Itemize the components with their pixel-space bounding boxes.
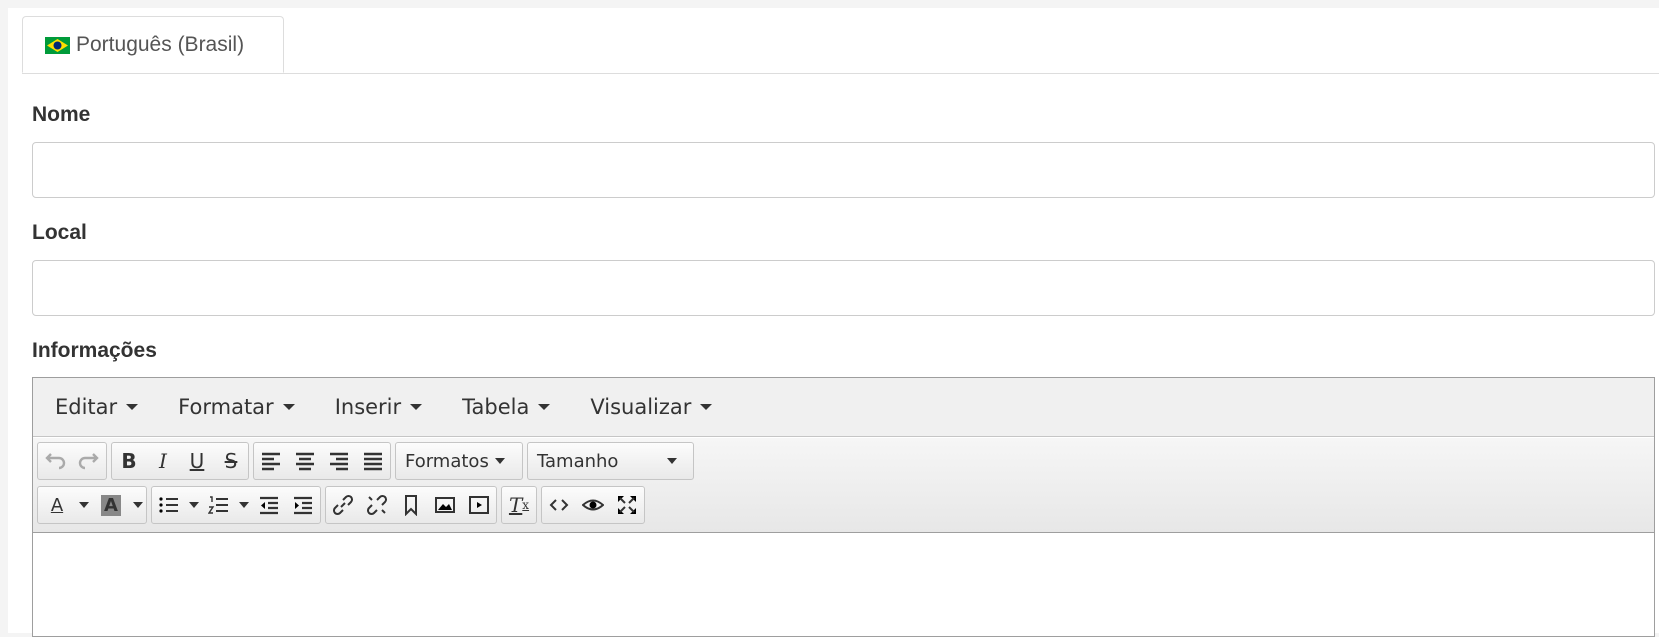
menu-visualizar[interactable]: Visualizar bbox=[590, 395, 713, 419]
numbered-list-icon[interactable] bbox=[202, 487, 236, 523]
background-color-icon[interactable]: A bbox=[92, 487, 130, 523]
alignment-group bbox=[253, 442, 391, 480]
background-color-caret[interactable] bbox=[130, 487, 146, 523]
nome-label: Nome bbox=[32, 103, 91, 126]
local-label: Local bbox=[32, 221, 87, 244]
history-group bbox=[37, 442, 107, 480]
unlink-icon[interactable] bbox=[360, 487, 394, 523]
link-icon[interactable] bbox=[326, 487, 360, 523]
rich-text-editor: Editar Formatar Inserir Tabela Visualiza… bbox=[32, 377, 1655, 637]
formats-dropdown[interactable]: Formatos bbox=[395, 442, 523, 480]
list-group bbox=[151, 486, 321, 524]
chevron-down-icon bbox=[700, 404, 713, 410]
bold-icon[interactable]: B bbox=[112, 443, 146, 479]
view-group bbox=[541, 486, 645, 524]
informacoes-label: Informações bbox=[32, 339, 157, 362]
image-icon[interactable] bbox=[428, 487, 462, 523]
fullscreen-icon[interactable] bbox=[610, 487, 644, 523]
language-tabs: Português (Brasil) bbox=[22, 16, 1659, 74]
flag-brazil-icon bbox=[45, 36, 70, 54]
redo-icon[interactable] bbox=[72, 443, 106, 479]
indent-icon[interactable] bbox=[286, 487, 320, 523]
underline-icon[interactable]: U bbox=[180, 443, 214, 479]
color-group: A A bbox=[37, 486, 147, 524]
numbered-list-caret[interactable] bbox=[236, 487, 252, 523]
editor-menubar: Editar Formatar Inserir Tabela Visualiza… bbox=[33, 378, 1654, 437]
editor-toolbar: B I U S Formatos Tamanho A A T x bbox=[33, 438, 1654, 533]
italic-icon[interactable]: I bbox=[146, 443, 180, 479]
align-right-icon[interactable] bbox=[322, 443, 356, 479]
local-input[interactable] bbox=[32, 260, 1655, 316]
chevron-down-icon bbox=[410, 404, 423, 410]
bullet-list-caret[interactable] bbox=[186, 487, 202, 523]
chevron-down-icon bbox=[126, 404, 139, 410]
chevron-down-icon bbox=[79, 502, 89, 508]
strikethrough-icon[interactable]: S bbox=[214, 443, 248, 479]
text-color-caret[interactable] bbox=[76, 487, 92, 523]
chevron-down-icon bbox=[239, 502, 249, 508]
chevron-down-icon bbox=[667, 458, 677, 464]
text-color-icon[interactable]: A bbox=[38, 487, 76, 523]
bullet-list-icon[interactable] bbox=[152, 487, 186, 523]
media-icon[interactable] bbox=[462, 487, 496, 523]
chevron-down-icon bbox=[133, 502, 143, 508]
editor-content-area[interactable] bbox=[33, 533, 1654, 636]
font-size-dropdown[interactable]: Tamanho bbox=[527, 442, 694, 480]
menu-editar[interactable]: Editar bbox=[55, 395, 139, 419]
align-justify-icon[interactable] bbox=[356, 443, 390, 479]
nome-input[interactable] bbox=[32, 142, 1655, 198]
align-center-icon[interactable] bbox=[288, 443, 322, 479]
undo-icon[interactable] bbox=[38, 443, 72, 479]
chevron-down-icon bbox=[189, 502, 199, 508]
menu-formatar[interactable]: Formatar bbox=[178, 395, 295, 419]
text-style-group: B I U S bbox=[111, 442, 249, 480]
tab-label: Português (Brasil) bbox=[76, 32, 245, 56]
align-left-icon[interactable] bbox=[254, 443, 288, 479]
insert-group bbox=[325, 486, 497, 524]
preview-icon[interactable] bbox=[576, 487, 610, 523]
chevron-down-icon bbox=[494, 458, 505, 464]
menu-inserir[interactable]: Inserir bbox=[335, 395, 423, 419]
outdent-icon[interactable] bbox=[252, 487, 286, 523]
code-icon[interactable] bbox=[542, 487, 576, 523]
tab-portugues-brasil[interactable]: Português (Brasil) bbox=[22, 16, 284, 73]
clear-group: Tx bbox=[501, 486, 537, 524]
clear-formatting-icon[interactable]: Tx bbox=[502, 487, 536, 523]
menu-tabela[interactable]: Tabela bbox=[462, 395, 551, 419]
chevron-down-icon bbox=[538, 404, 551, 410]
chevron-down-icon bbox=[282, 404, 295, 410]
anchor-icon[interactable] bbox=[394, 487, 428, 523]
